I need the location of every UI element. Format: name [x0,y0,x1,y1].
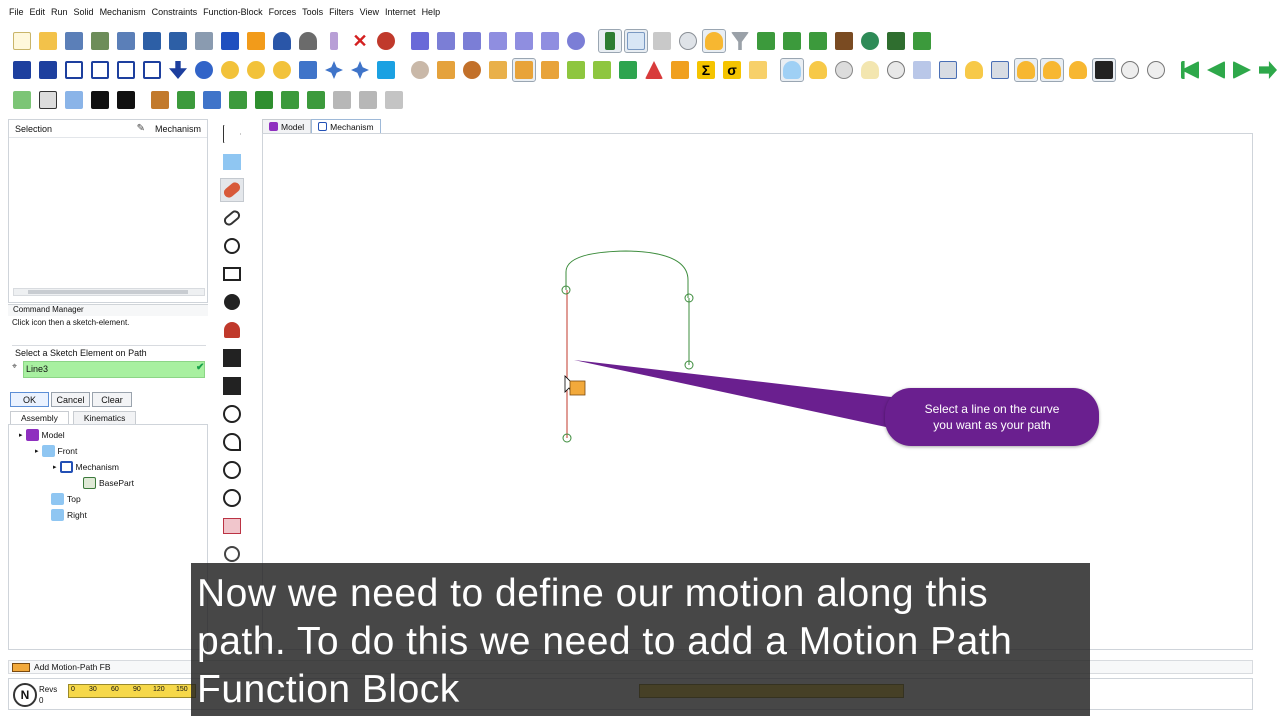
sketch-arc-path[interactable] [565,250,689,298]
revs-label: Revs [39,685,58,694]
subtitle-line-2: path. To do this we need to add a Motion… [197,620,1013,663]
status-icon [12,663,30,672]
revs-value[interactable]: 0 [39,696,43,705]
subtitle-line-3: Function Block [197,668,460,711]
ruler-tick: 60 [111,686,119,693]
status-text: Add Motion-Path FB [34,662,111,672]
callout-line-2: you want as your path [933,418,1051,432]
ruler-tick: 30 [89,686,97,693]
revs-slider[interactable]: 0 30 60 90 120 150 [68,684,196,698]
callout-line-1: Select a line on the curve [924,402,1060,416]
ruler-tick: 90 [133,686,141,693]
ruler-tick: 150 [176,686,188,693]
callout-bubble: Select a line on the curve you want as y… [885,388,1099,446]
video-subtitle: Now we need to define our motion along t… [191,563,1090,716]
ruler-tick: 120 [153,686,165,693]
callout-arrow [574,360,900,430]
ruler-tick: 0 [71,686,75,693]
path-cursor-badge-icon [569,380,586,396]
subtitle-line-1: Now we need to define our motion along t… [197,572,989,615]
motor-dial-icon[interactable]: N [13,683,37,707]
